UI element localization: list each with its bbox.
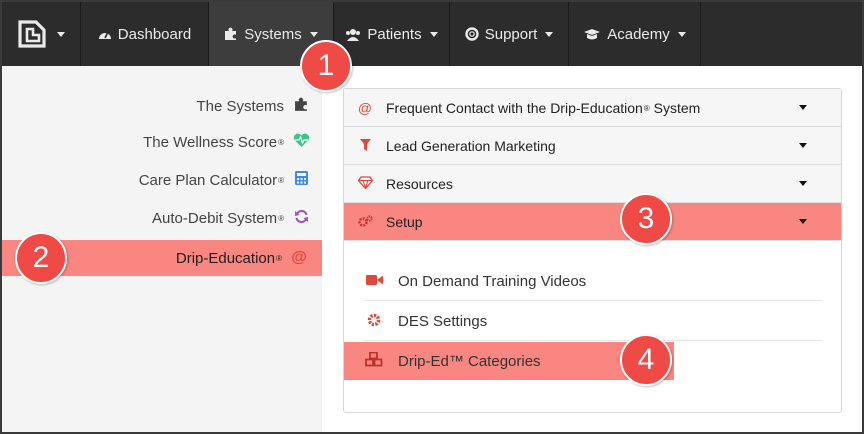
cubes-icon bbox=[344, 351, 398, 370]
logo-menu[interactable] bbox=[2, 2, 81, 66]
app-frame: Dashboard Systems Patients Support Acade… bbox=[0, 0, 864, 434]
main-panel: @ Frequent Contact with the Drip-Educati… bbox=[322, 66, 862, 432]
caret-down-icon bbox=[799, 181, 807, 186]
nav-patients-label: Patients bbox=[367, 25, 422, 43]
nav-support[interactable]: Support bbox=[450, 2, 569, 66]
step-badge-3: 3 bbox=[620, 193, 672, 245]
sidebar-item-label: Auto-Debit System® bbox=[152, 209, 284, 227]
nav-support-label: Support bbox=[484, 25, 538, 43]
accordion-row-frequent-contact[interactable]: @ Frequent Contact with the Drip-Educati… bbox=[344, 89, 841, 127]
at-icon: @ bbox=[357, 99, 373, 116]
life-ring-icon bbox=[465, 27, 479, 41]
chevron-down-icon bbox=[57, 31, 65, 37]
puzzle-icon bbox=[292, 97, 310, 116]
accordion-row-label: Setup bbox=[386, 213, 423, 230]
sidebar-item-wellness-score[interactable]: The Wellness Score® bbox=[143, 124, 310, 160]
video-camera-icon bbox=[344, 273, 398, 289]
sidebar-item-the-systems[interactable]: The Systems bbox=[196, 88, 310, 124]
accordion-row-setup[interactable]: Setup bbox=[344, 203, 841, 241]
accordion-row-label: Frequent Contact with the Drip-Education… bbox=[386, 99, 701, 116]
sidebar-item-label: Care Plan Calculator® bbox=[138, 171, 284, 189]
step-badge-1: 1 bbox=[300, 40, 352, 92]
sidebar-item-label: The Systems bbox=[196, 97, 284, 115]
cog-icon bbox=[344, 313, 398, 330]
accordion-row-lead-generation[interactable]: Lead Generation Marketing bbox=[344, 127, 841, 165]
filter-icon bbox=[344, 138, 386, 154]
chevron-down-icon bbox=[309, 31, 318, 37]
sub-item-label: On Demand Training Videos bbox=[398, 272, 587, 290]
puzzle-icon bbox=[225, 27, 237, 40]
nav-dashboard-label: Dashboard bbox=[117, 25, 192, 43]
sidebar-item-label: Drip-Education® bbox=[175, 249, 282, 267]
sub-item-label: DES Settings bbox=[398, 312, 488, 330]
divider bbox=[364, 300, 822, 301]
cogs-icon bbox=[344, 214, 386, 230]
step-badge-2: 2 bbox=[15, 232, 67, 284]
accordion-row-resources[interactable]: Resources bbox=[344, 165, 841, 203]
users-icon bbox=[346, 28, 361, 41]
accordion-row-label: Resources bbox=[386, 175, 453, 192]
top-navbar: Dashboard Systems Patients Support Acade… bbox=[2, 2, 862, 66]
at-icon: @ bbox=[291, 249, 307, 266]
sidebar-item-auto-debit[interactable]: Auto-Debit System® bbox=[152, 200, 310, 236]
refresh-icon bbox=[292, 209, 310, 228]
divider bbox=[364, 340, 822, 341]
chevron-down-icon bbox=[545, 31, 554, 37]
sub-item-label: Drip-Ed™ Categories bbox=[398, 352, 541, 370]
sidebar-item-label: The Wellness Score® bbox=[143, 133, 284, 151]
nav-systems-label: Systems bbox=[244, 25, 302, 43]
sidebar-item-care-plan-calculator[interactable]: Care Plan Calculator® bbox=[139, 162, 310, 198]
graduation-cap-icon bbox=[584, 28, 601, 39]
chevron-down-icon bbox=[429, 31, 438, 37]
caret-down-icon bbox=[799, 219, 807, 224]
nav-patients[interactable]: Patients bbox=[334, 2, 450, 66]
nav-academy-label: Academy bbox=[607, 25, 670, 43]
sub-item-on-demand-training[interactable]: On Demand Training Videos bbox=[344, 262, 841, 300]
systems-accordion: @ Frequent Contact with the Drip-Educati… bbox=[343, 88, 842, 413]
diamond-icon bbox=[344, 175, 386, 192]
tachometer-icon bbox=[98, 31, 111, 39]
accordion-row-label: Lead Generation Marketing bbox=[386, 137, 556, 154]
nav-academy[interactable]: Academy bbox=[569, 2, 701, 66]
caret-down-icon bbox=[799, 143, 807, 148]
sub-item-des-settings[interactable]: DES Settings bbox=[344, 302, 841, 340]
calculator-icon bbox=[292, 170, 310, 190]
step-badge-4: 4 bbox=[620, 334, 672, 386]
caret-down-icon bbox=[799, 105, 807, 110]
logo-icon bbox=[18, 20, 46, 48]
nav-dashboard[interactable]: Dashboard bbox=[81, 2, 209, 66]
chevron-down-icon bbox=[677, 31, 686, 37]
heartbeat-icon bbox=[292, 133, 310, 152]
